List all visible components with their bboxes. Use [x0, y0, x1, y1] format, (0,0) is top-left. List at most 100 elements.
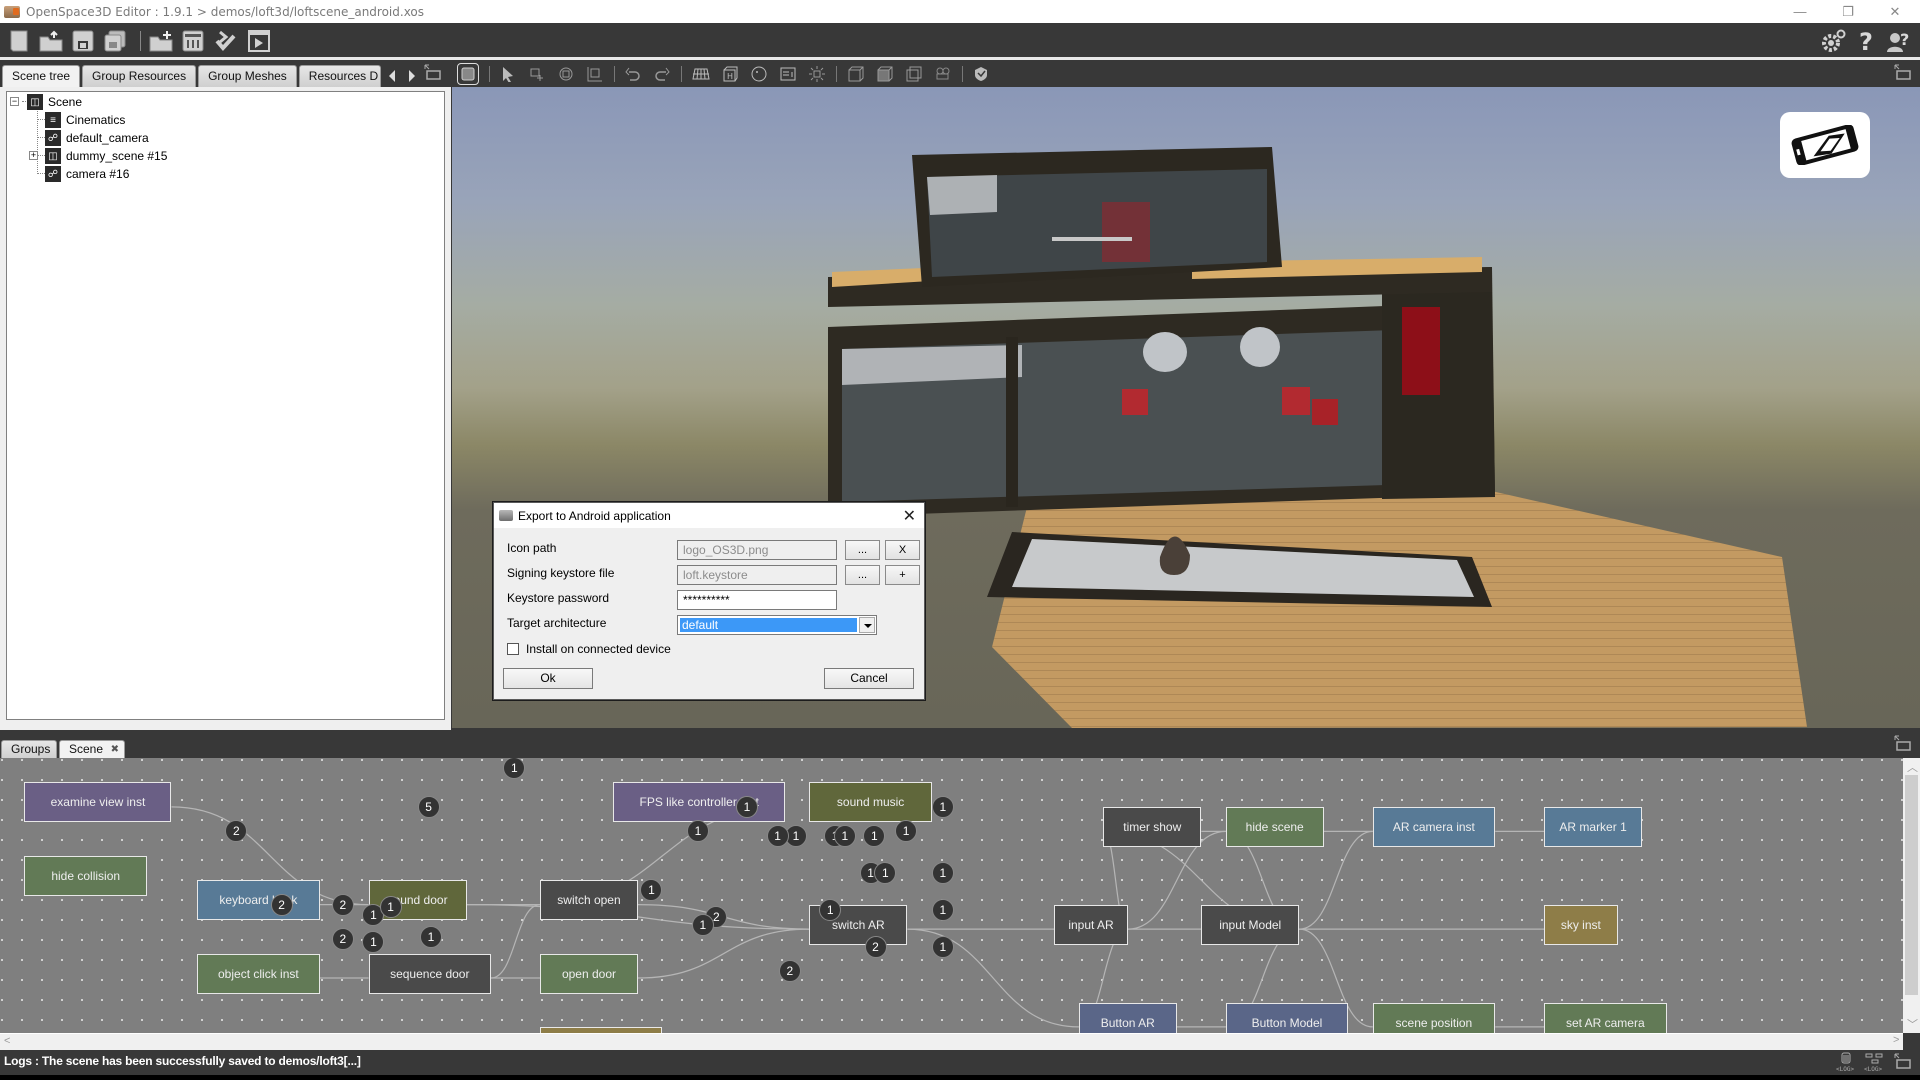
graph-node-open-door[interactable]: open door: [540, 953, 638, 994]
ok-button[interactable]: Ok: [503, 668, 593, 689]
camera-view-button[interactable]: [932, 63, 954, 85]
link-count-badge[interactable]: 1: [691, 913, 714, 936]
graph-node-fps-like-controller-inst[interactable]: FPS like controller inst: [613, 782, 785, 823]
link-count-badge[interactable]: 1: [931, 898, 954, 921]
tab-scene[interactable]: Scene ✖: [59, 740, 125, 758]
scroll-down-icon[interactable]: ﹀: [1907, 1016, 1918, 1032]
scroll-left-icon[interactable]: <: [4, 1035, 10, 1047]
move-button[interactable]: [526, 63, 548, 85]
graph-node-button-model[interactable]: Button Model: [1225, 1002, 1349, 1033]
scale-button[interactable]: [584, 63, 606, 85]
export-button[interactable]: [212, 28, 238, 54]
tab-groups[interactable]: Groups: [1, 740, 57, 758]
link-count-badge[interactable]: 1: [420, 925, 443, 948]
settings-button[interactable]: [1820, 28, 1846, 54]
graph-node-switch-open[interactable]: switch open: [540, 880, 638, 921]
graph-vertical-scrollbar[interactable]: ︿ ﹀: [1903, 758, 1920, 1033]
close-button[interactable]: ✕: [1872, 0, 1918, 23]
link-count-badge[interactable]: 5: [417, 795, 440, 818]
graph-node-ar-marker-1[interactable]: AR marker 1: [1544, 806, 1643, 847]
tree-item-default-camera[interactable]: ☍ default_camera: [45, 129, 149, 147]
tree-item-camera-16[interactable]: ☍ camera #16: [45, 165, 129, 183]
tab-group-resources[interactable]: Group Resources: [82, 65, 197, 87]
graph-node-hide-collision[interactable]: hide collision: [24, 855, 147, 896]
icon-path-browse-button[interactable]: ...: [845, 540, 880, 560]
link-count-badge[interactable]: 1: [931, 862, 954, 885]
minimize-button[interactable]: —: [1777, 0, 1823, 23]
sphere-button[interactable]: [748, 63, 770, 85]
link-count-badge[interactable]: 2: [270, 893, 293, 916]
detach-log-button[interactable]: [1894, 1053, 1912, 1076]
tree-item-scene[interactable]: ◫ Scene: [27, 93, 82, 111]
new-project-button[interactable]: [148, 28, 174, 54]
graph-node-sequence-door[interactable]: sequence door: [368, 953, 491, 994]
tab-resources-d[interactable]: Resources D: [298, 65, 381, 87]
tree-item-cinematics[interactable]: ≡ Cinematics: [45, 111, 125, 129]
graph-node-input-model[interactable]: input Model: [1201, 904, 1300, 945]
scrollbar-thumb[interactable]: [1905, 775, 1918, 995]
expand-toggle[interactable]: +: [29, 151, 38, 160]
link-count-badge[interactable]: 1: [362, 930, 385, 953]
scroll-right-icon[interactable]: >: [1893, 1034, 1899, 1046]
log-tree-button[interactable]: <LOG>: [1864, 1052, 1884, 1077]
link-count-badge[interactable]: 2: [331, 893, 354, 916]
link-count-badge[interactable]: 1: [766, 825, 789, 848]
graph-node-hide-scene[interactable]: hide scene: [1225, 806, 1324, 847]
install-on-device-checkbox[interactable]: [507, 643, 519, 655]
detach-viewport-button[interactable]: [1894, 64, 1912, 87]
tab-close-icon[interactable]: ✖: [111, 741, 119, 758]
graph-node-ar-camera-inst[interactable]: AR camera inst: [1372, 806, 1496, 847]
graph-node-timer-show[interactable]: timer show: [1103, 806, 1202, 847]
save-as-button[interactable]: [102, 28, 128, 54]
graph-link[interactable]: [490, 904, 541, 979]
link-count-badge[interactable]: 2: [864, 935, 887, 958]
graph-node-sky-inst[interactable]: sky inst: [1544, 904, 1618, 945]
graph-node-sound-music[interactable]: sound music: [809, 782, 932, 823]
graph-node-input-ar[interactable]: input AR: [1054, 904, 1128, 945]
detach-left-panel-button[interactable]: [424, 64, 442, 87]
target-architecture-select[interactable]: default: [677, 615, 877, 635]
new-scene-button[interactable]: [6, 28, 32, 54]
physics-button[interactable]: [970, 63, 992, 85]
project-settings-button[interactable]: [180, 28, 206, 54]
graph-node-button-ar[interactable]: Button AR: [1078, 1002, 1177, 1033]
tabs-scroll-left-icon[interactable]: [389, 70, 395, 82]
collapse-toggle[interactable]: −: [10, 97, 19, 106]
scroll-up-icon[interactable]: ︿: [1907, 759, 1918, 775]
link-graph-editor[interactable]: examine view inst hide collision keyboard …: [0, 758, 1903, 1033]
graph-node-examine-view-inst[interactable]: examine view inst: [24, 782, 172, 823]
tree-item-dummy-scene[interactable]: ◫ dummy_scene #15: [45, 147, 167, 165]
graph-horizontal-scrollbar[interactable]: <: [0, 1033, 1903, 1050]
redo-button[interactable]: [651, 63, 673, 85]
link-count-badge[interactable]: 1: [379, 896, 402, 919]
dialog-close-button[interactable]: ✕: [903, 506, 916, 526]
keystore-password-field[interactable]: **********: [677, 590, 837, 610]
graph-node-set-ar-camera[interactable]: set AR camera: [1544, 1002, 1667, 1033]
keystore-add-button[interactable]: +: [885, 565, 920, 585]
wireframe-button[interactable]: [845, 63, 867, 85]
view-mode-button[interactable]: [457, 63, 479, 85]
undo-button[interactable]: [622, 63, 644, 85]
open-scene-button[interactable]: [38, 28, 64, 54]
bounding-box-button[interactable]: [903, 63, 925, 85]
detach-graph-button[interactable]: [1894, 735, 1912, 758]
tab-group-meshes[interactable]: Group Meshes: [198, 65, 297, 87]
user-help-button[interactable]: ?: [1886, 28, 1912, 54]
helpers-button[interactable]: H: [719, 63, 741, 85]
solid-button[interactable]: [874, 63, 896, 85]
tab-scene-tree[interactable]: Scene tree: [2, 65, 81, 87]
restore-button[interactable]: ❐: [1825, 0, 1871, 23]
save-button[interactable]: [70, 28, 96, 54]
chevron-down-icon[interactable]: [859, 617, 875, 633]
light-button[interactable]: [806, 63, 828, 85]
link-count-badge[interactable]: 1: [931, 795, 954, 818]
keystore-browse-button[interactable]: ...: [845, 565, 880, 585]
rotate-button[interactable]: [555, 63, 577, 85]
select-button[interactable]: [497, 63, 519, 85]
link-count-badge[interactable]: 2: [331, 928, 354, 951]
link-count-badge[interactable]: 1: [819, 898, 842, 921]
keystore-file-field[interactable]: loft.keystore: [677, 565, 837, 585]
info-button[interactable]: [777, 63, 799, 85]
run-button[interactable]: [246, 28, 272, 54]
graph-node-object-click-inst[interactable]: object click inst: [197, 953, 320, 994]
